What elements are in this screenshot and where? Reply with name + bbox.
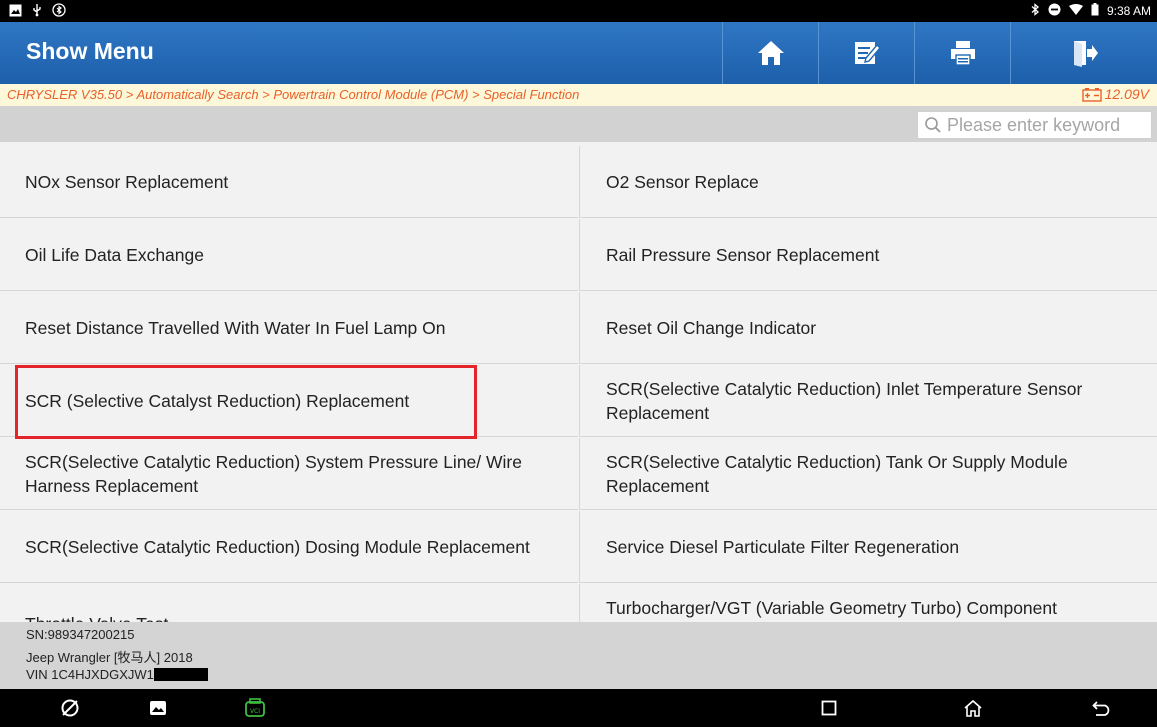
menu-item[interactable]: Throttle Valve Test: [0, 584, 578, 622]
print-button[interactable]: [914, 22, 1010, 84]
menu-item[interactable]: Rail Pressure Sensor Replacement: [579, 219, 1157, 291]
bluetooth-circle-icon: [52, 3, 66, 17]
browser-icon: [61, 699, 79, 717]
gallery-button[interactable]: [146, 696, 170, 720]
do-not-disturb-icon: [1048, 3, 1061, 19]
menu-item[interactable]: SCR(Selective Catalytic Reduction) Tank …: [579, 438, 1157, 510]
menu-item[interactable]: Reset Oil Change Indicator: [579, 292, 1157, 364]
home-icon: [757, 41, 784, 65]
notification-image-icon: [8, 3, 22, 17]
vci-button[interactable]: VCI: [243, 696, 267, 720]
svg-text:VCI: VCI: [250, 708, 260, 715]
exit-icon: [1074, 41, 1098, 67]
home-outline-icon: [964, 699, 982, 717]
vin-line: VIN 1C4HJXDGXJW1: [26, 667, 208, 682]
wifi-icon: [1068, 3, 1083, 19]
page-title: Show Menu: [26, 38, 154, 64]
edit-icon: [854, 42, 881, 64]
browser-button[interactable]: [58, 696, 82, 720]
search-input[interactable]: [947, 114, 1147, 136]
serial-number: SN:989347200215: [26, 627, 135, 642]
menu-item[interactable]: Oil Life Data Exchange: [0, 219, 578, 291]
menu-item[interactable]: SCR(Selective Catalytic Reduction) Dosin…: [0, 511, 578, 583]
menu-item[interactable]: O2 Sensor Replace: [579, 146, 1157, 218]
vin-redaction: [153, 668, 208, 681]
search-icon: [925, 117, 941, 133]
home-nav-button[interactable]: [961, 696, 985, 720]
vehicle-info-panel: SN:989347200215 Jeep Wrangler [牧马人] 2018…: [0, 622, 1157, 689]
search-bar: [0, 106, 1157, 142]
battery-icon: [1091, 3, 1099, 19]
exit-button[interactable]: [1010, 22, 1157, 84]
voltage-value: 12.09V: [1104, 86, 1149, 102]
recent-apps-button[interactable]: [817, 696, 841, 720]
breadcrumb-path: CHRYSLER V35.50 > Automatically Search >…: [7, 87, 580, 102]
usb-icon: [30, 3, 44, 17]
menu-item-scr-replacement[interactable]: SCR (Selective Catalyst Reduction) Repla…: [0, 365, 578, 437]
menu-item[interactable]: NOx Sensor Replacement: [0, 146, 578, 218]
menu-item[interactable]: Reset Distance Travelled With Water In F…: [0, 292, 578, 364]
menu-item[interactable]: Turbocharger/VGT (Variable Geometry Turb…: [579, 584, 1157, 622]
back-button[interactable]: [1090, 696, 1114, 720]
status-time: 9:38 AM: [1106, 4, 1151, 18]
bluetooth-icon: [1030, 3, 1040, 19]
vci-icon: VCI: [245, 698, 265, 717]
vin-number: VIN 1C4HJXDGXJW1: [26, 667, 154, 682]
app-header: Show Menu: [0, 22, 1157, 84]
edit-button[interactable]: [818, 22, 914, 84]
vehicle-name: Jeep Wrangler [牧马人] 2018: [26, 650, 193, 665]
status-bar: 9:38 AM: [0, 0, 1157, 22]
battery-voltage: 12.09V: [1081, 86, 1149, 102]
square-icon: [821, 700, 837, 716]
system-nav-bar: VCI: [0, 689, 1157, 727]
search-box[interactable]: [917, 111, 1152, 139]
print-icon: [950, 41, 975, 66]
menu-item[interactable]: Service Diesel Particulate Filter Regene…: [579, 511, 1157, 583]
gallery-icon: [150, 701, 166, 715]
special-function-menu: NOx Sensor Replacement O2 Sensor Replace…: [0, 142, 1157, 622]
menu-item[interactable]: SCR(Selective Catalytic Reduction) Inlet…: [579, 365, 1157, 437]
back-icon: [1092, 701, 1110, 716]
home-button[interactable]: [722, 22, 818, 84]
breadcrumb: CHRYSLER V35.50 > Automatically Search >…: [0, 84, 1157, 106]
car-battery-icon: [1081, 87, 1102, 102]
menu-item[interactable]: SCR(Selective Catalytic Reduction) Syste…: [0, 438, 578, 510]
